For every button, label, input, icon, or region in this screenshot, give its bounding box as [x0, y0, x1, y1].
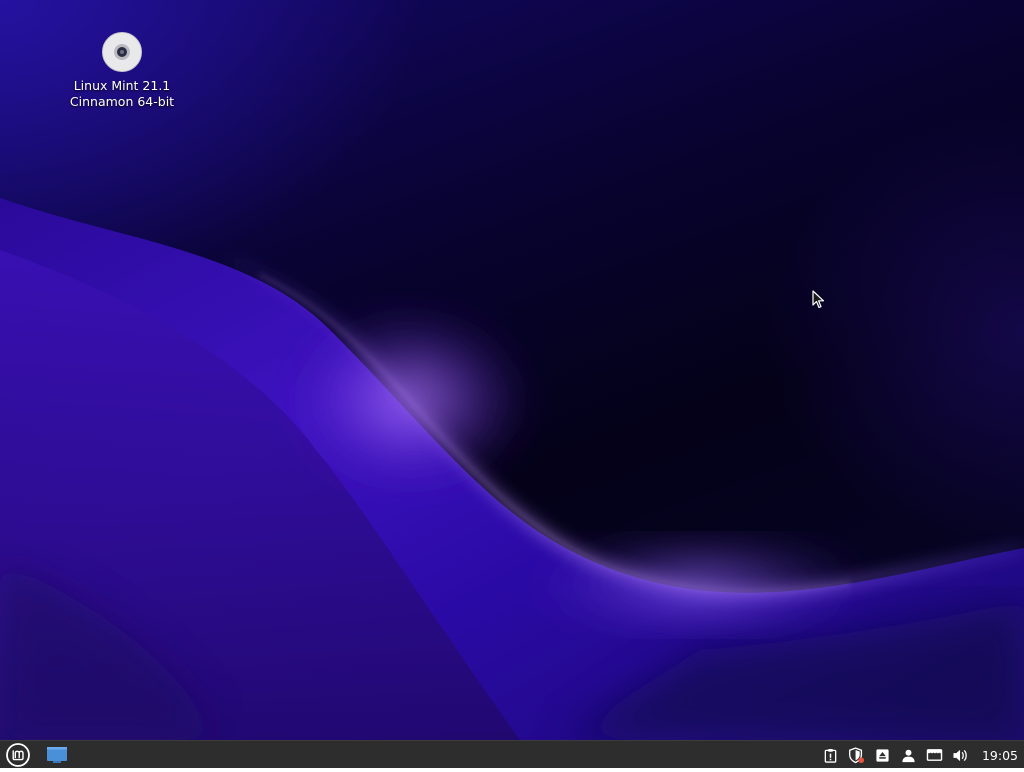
update-manager-shield-icon	[849, 746, 865, 763]
user-applet[interactable]	[900, 746, 918, 764]
menu-button[interactable]	[5, 742, 31, 768]
show-desktop-button[interactable]	[46, 746, 68, 764]
network-icon	[927, 748, 943, 761]
desktop-icon-label: Linux Mint 21.1 Cinnamon 64-bit	[62, 78, 182, 110]
clipboard-icon	[825, 748, 837, 763]
system-tray: 19:05	[818, 741, 1024, 769]
panel-clock[interactable]: 19:05	[974, 748, 1024, 763]
wallpaper	[0, 198, 1024, 740]
desktop-background[interactable]: Linux Mint 21.1 Cinnamon 64-bit	[0, 0, 1024, 740]
desktop-icon-linux-mint-disc[interactable]: Linux Mint 21.1 Cinnamon 64-bit	[62, 30, 182, 110]
removable-drives-applet[interactable]	[874, 746, 892, 764]
user-icon	[902, 749, 916, 762]
volume-icon	[953, 749, 968, 761]
sound-applet[interactable]	[952, 746, 970, 764]
show-desktop-icon	[47, 747, 67, 763]
desktop-icon-label-line1: Linux Mint 21.1	[73, 78, 171, 93]
disc-icon	[102, 32, 142, 72]
desktop-icon-label-line2: Cinnamon 64-bit	[69, 94, 175, 109]
removable-drives-eject-icon	[876, 748, 890, 762]
mouse-cursor-icon	[812, 290, 825, 309]
clipboard-applet[interactable]	[822, 746, 840, 764]
network-applet[interactable]	[926, 746, 944, 764]
update-manager-applet[interactable]	[848, 746, 866, 764]
linux-mint-logo-icon	[6, 743, 30, 767]
bottom-panel: 19:05	[0, 740, 1024, 768]
